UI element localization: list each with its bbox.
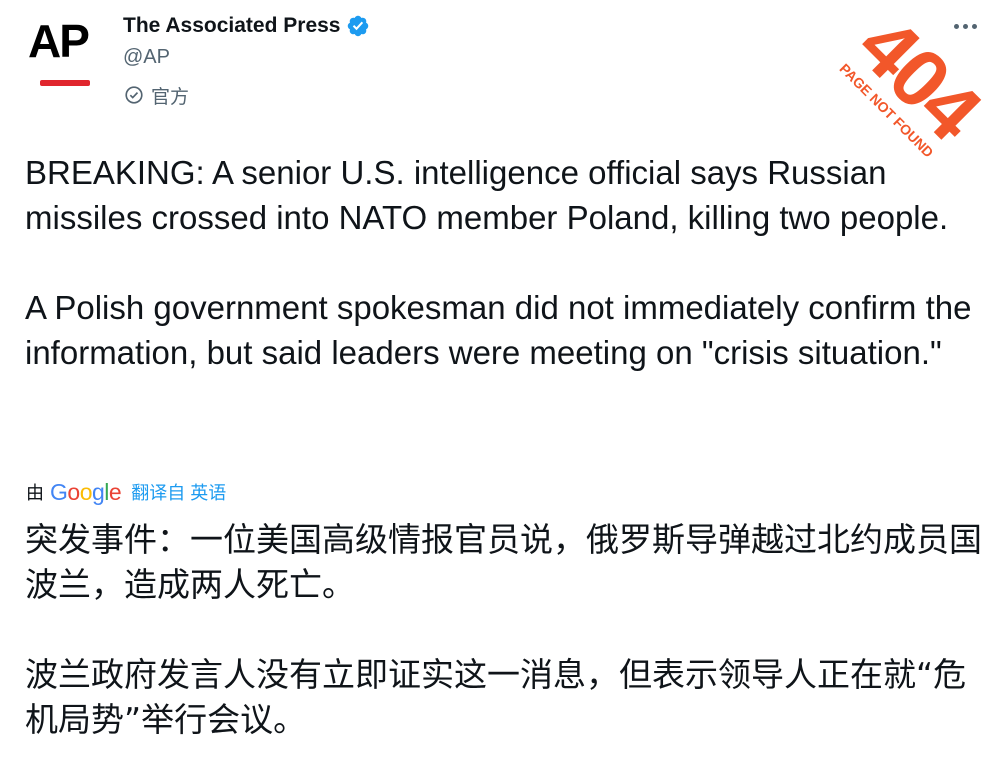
official-label-row: 官方 (123, 82, 370, 108)
verified-badge-icon (346, 14, 370, 38)
tweet-page: AP The Associated Press @AP 官方 404 PAGE … (0, 0, 1003, 763)
official-label: 官方 (151, 86, 190, 108)
translated-paragraph-1: 突发事件：一位美国高级情报官员说，俄罗斯导弹越过北约成员国波兰，造成两人死亡。 (25, 520, 982, 604)
translated-from-link[interactable]: 翻译自 英语 (131, 479, 226, 505)
avatar[interactable]: AP (22, 8, 108, 94)
tweet-text: BREAKING: A senior U.S. intelligence off… (25, 150, 985, 375)
handle[interactable]: @AP (123, 46, 370, 72)
translated-text: 突发事件：一位美国高级情报官员说，俄罗斯导弹越过北约成员国波兰，造成两人死亡。 … (25, 517, 985, 742)
google-logo: Google (50, 478, 122, 505)
translated-by-label: 由 (26, 483, 44, 503)
tweet-paragraph-2: A Polish government spokesman did not im… (25, 289, 972, 371)
display-name[interactable]: The Associated Press (123, 14, 341, 38)
translated-paragraph-2: 波兰政府发言人没有立即证实这一消息，但表示领导人正在就“危机局势”举行会议。 (25, 655, 967, 739)
more-options-icon[interactable] (945, 14, 985, 38)
user-block: The Associated Press @AP 官方 (123, 12, 370, 108)
name-row: The Associated Press (123, 12, 370, 40)
avatar-red-bar (40, 80, 90, 86)
official-check-icon (125, 86, 143, 104)
tweet-paragraph-1: BREAKING: A senior U.S. intelligence off… (25, 154, 949, 236)
translation-attribution: 由 Google 翻译自 英语 (26, 478, 226, 506)
avatar-logo-text: AP (28, 15, 90, 67)
